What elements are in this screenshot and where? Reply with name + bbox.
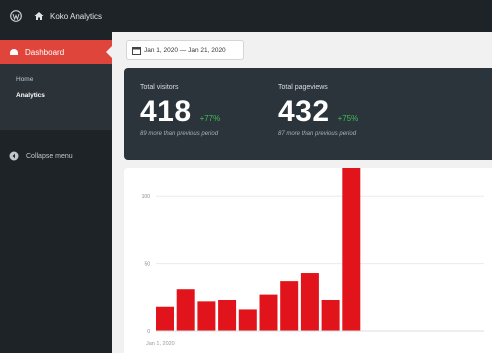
dashboard-icon (10, 49, 18, 55)
y-tick-label: 100 (142, 194, 151, 200)
home-icon[interactable] (34, 11, 44, 21)
y-tick-label: 50 (144, 262, 150, 268)
collapse-menu-button[interactable]: Collapse menu (0, 146, 112, 166)
total-pageviews-stat: Total pageviews 432 +75% 87 more than pr… (278, 84, 358, 137)
bar (280, 281, 299, 331)
total-visitors-change: +77% (199, 114, 221, 123)
visits-chart-card: 0 50 100 Jan 1, 2020 (124, 168, 492, 353)
bar (259, 294, 278, 331)
date-range-label: Jan 1, 2020 — Jan 21, 2020 (144, 46, 226, 54)
visits-bar-chart: 0 50 100 Jan 1, 2020 (142, 168, 484, 347)
wordpress-logo-icon[interactable] (10, 10, 22, 22)
menu-item-dashboard[interactable]: Dashboard (0, 40, 112, 64)
bar (156, 306, 174, 331)
date-range-picker[interactable]: Jan 1, 2020 — Jan 21, 2020 (126, 40, 244, 60)
totals-panel: Total visitors 418 +77% 89 more than pre… (124, 68, 492, 160)
admin-sidebar: Dashboard Home Analytics Collapse menu (0, 32, 112, 353)
bar (238, 309, 257, 331)
total-visitors-value: 418 (140, 95, 192, 128)
admin-bar: Koko Analytics (0, 0, 492, 32)
collapse-icon (9, 151, 19, 161)
total-pageviews-change: +75% (337, 114, 359, 123)
total-pageviews-value: 432 (278, 95, 330, 128)
collapse-menu-label: Collapse menu (26, 152, 73, 160)
dashboard-submenu: Home Analytics (0, 64, 112, 130)
total-visitors-stat: Total visitors 418 +77% 89 more than pre… (140, 84, 220, 137)
bar (321, 300, 340, 331)
x-tick-label: Jan 1, 2020 (146, 341, 175, 347)
total-visitors-label: Total visitors (140, 84, 179, 91)
bar (218, 300, 237, 331)
bar (342, 168, 361, 331)
y-tick-label: 0 (147, 329, 150, 335)
menu-item-dashboard-label: Dashboard (25, 47, 65, 57)
bar (197, 301, 216, 331)
bar (176, 289, 195, 331)
calendar-icon (132, 46, 141, 55)
total-pageviews-label: Total pageviews (278, 84, 328, 91)
total-pageviews-subtext: 87 more than previous period (278, 131, 357, 137)
submenu-item-analytics[interactable]: Analytics (0, 88, 112, 104)
site-name-link[interactable]: Koko Analytics (50, 12, 102, 21)
submenu-item-home[interactable]: Home (0, 72, 112, 88)
total-visitors-subtext: 89 more than previous period (140, 131, 219, 137)
bar (300, 273, 319, 331)
